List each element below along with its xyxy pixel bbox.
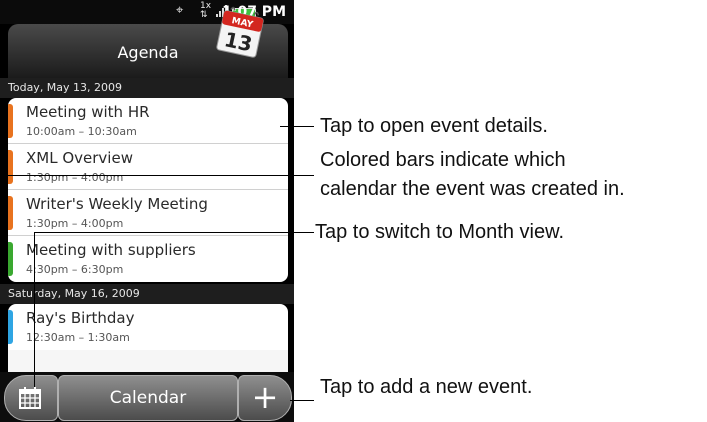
- day-event-list: Meeting with HR 10:00am – 10:30am XML Ov…: [8, 98, 288, 282]
- calendar-color-bar: [8, 242, 13, 276]
- month-view-button[interactable]: [4, 375, 58, 421]
- month-grid-icon: [19, 387, 41, 409]
- event-item[interactable]: Writer's Weekly Meeting 1:30pm – 4:00pm: [8, 190, 288, 236]
- event-name: XML Overview: [26, 149, 133, 167]
- event-time: 10:00am – 10:30am: [26, 125, 137, 138]
- callout-line: [8, 175, 314, 176]
- callout-open-details: Tap to open event details.: [320, 115, 548, 137]
- event-name: Ray's Birthday: [26, 309, 135, 327]
- event-item[interactable]: XML Overview 1:30pm – 4:00pm: [8, 144, 288, 190]
- calendar-color-bar: [8, 196, 13, 230]
- callout-line: [34, 232, 35, 387]
- plus-icon: +: [251, 378, 279, 416]
- calendar-color-bar: [8, 310, 13, 344]
- bottom-toolbar: Calendar +: [0, 372, 294, 422]
- day-event-list: Ray's Birthday 12:30am – 1:30am: [8, 304, 288, 350]
- callout-add-event: Tap to add a new event.: [320, 376, 533, 398]
- day-header: Today, May 13, 2009: [0, 78, 294, 98]
- event-item[interactable]: Meeting with suppliers 4:30pm – 6:30pm: [8, 236, 288, 282]
- gps-icon: ⌖: [176, 3, 184, 18]
- calendar-button-label: Calendar: [109, 388, 187, 408]
- event-name: Meeting with HR: [26, 103, 150, 121]
- callout-line: [280, 126, 314, 127]
- add-event-button[interactable]: +: [238, 375, 292, 421]
- calendar-button[interactable]: Calendar: [58, 375, 238, 421]
- event-time: 4:30pm – 6:30pm: [26, 263, 124, 276]
- calendar-color-bar: [8, 150, 13, 184]
- event-time: 1:30pm – 4:00pm: [26, 217, 124, 230]
- event-time: 1:30pm – 4:00pm: [26, 171, 124, 184]
- calendar-date-icon: MAY 13: [216, 6, 264, 58]
- list-empty-area: [8, 350, 288, 372]
- event-item[interactable]: Meeting with HR 10:00am – 10:30am: [8, 98, 288, 144]
- event-item[interactable]: Ray's Birthday 12:30am – 1:30am: [8, 304, 288, 350]
- callout-line: [290, 400, 314, 401]
- callout-month-view: Tap to switch to Month view.: [315, 221, 565, 243]
- callout-line: [34, 232, 314, 233]
- event-name: Writer's Weekly Meeting: [26, 195, 208, 213]
- calendar-color-bar: [8, 104, 13, 138]
- callout-colored-bars-line1: Colored bars indicate which: [320, 149, 566, 171]
- day-header: Saturday, May 16, 2009: [0, 284, 294, 304]
- callout-colored-bars-line2: calendar the event was created in.: [320, 178, 625, 200]
- event-name: Meeting with suppliers: [26, 241, 196, 259]
- data-icon: 1x ⇅: [200, 1, 212, 20]
- phone-screen: ⌖ 1x ⇅ 1:07 PM Agenda MAY 13 Today, May 1…: [0, 0, 294, 422]
- event-time: 12:30am – 1:30am: [26, 331, 130, 344]
